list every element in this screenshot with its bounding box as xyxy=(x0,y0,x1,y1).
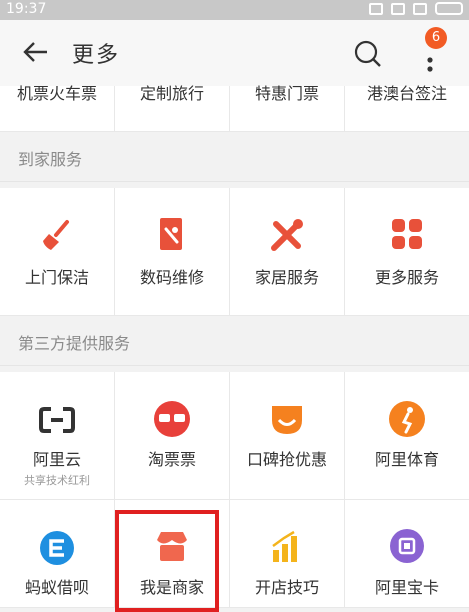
chart-icon xyxy=(272,530,297,562)
third-party-row-1: 阿里云 共享技术红利 淘票票 口碑抢优惠 阿里体育 xyxy=(0,372,469,500)
service-taopiaopiao[interactable]: 淘票票 xyxy=(115,372,230,500)
service-label: 更多服务 xyxy=(374,268,439,287)
service-label: 港澳台签注 xyxy=(366,84,447,103)
section-title: 到家服务 xyxy=(18,150,83,169)
status-icons xyxy=(369,2,463,15)
service-more[interactable]: 更多服务 xyxy=(345,188,469,316)
back-arrow-icon[interactable] xyxy=(22,38,50,66)
third-party-row-2: 蚂蚁借呗 我是商家 开店技巧 阿里宝卡 xyxy=(0,500,469,608)
service-sublabel: 共享技术红利 xyxy=(24,474,90,487)
service-label: 数码维修 xyxy=(139,268,204,287)
top-service-row: 机票火车票 定制旅行 特惠门票 港澳台签注 xyxy=(0,84,469,132)
grid-icon xyxy=(392,219,422,249)
ali-sports-icon xyxy=(389,401,425,437)
service-label: 特惠门票 xyxy=(254,84,319,103)
tools-icon xyxy=(271,219,303,251)
status-time: 19:37 xyxy=(6,1,47,17)
taopiaopiao-icon xyxy=(154,401,190,437)
service-tickets[interactable]: 特惠门票 xyxy=(230,84,345,132)
phone-repair-icon xyxy=(160,218,182,250)
koubei-icon xyxy=(272,406,302,434)
service-ali-sports[interactable]: 阿里体育 xyxy=(345,372,469,500)
signal-icon xyxy=(413,2,427,15)
section-header-home-service: 到家服务 xyxy=(0,132,469,182)
page-title: 更多 xyxy=(72,43,121,68)
merchant-highlight-box xyxy=(115,510,219,612)
service-visa[interactable]: 港澳台签注 xyxy=(345,84,469,132)
service-label: 蚂蚁借呗 xyxy=(24,578,89,597)
section-header-third-party: 第三方提供服务 xyxy=(0,316,469,366)
service-label: 阿里体育 xyxy=(374,450,439,469)
service-baoka[interactable]: 阿里宝卡 xyxy=(345,500,469,608)
status-bar: 19:37 xyxy=(0,0,469,20)
broom-icon xyxy=(43,220,69,250)
wifi-icon xyxy=(391,2,405,15)
service-koubei[interactable]: 口碑抢优惠 xyxy=(230,372,345,500)
jiebei-icon xyxy=(40,531,74,565)
service-home[interactable]: 家居服务 xyxy=(230,188,345,316)
service-label: 口碑抢优惠 xyxy=(246,450,327,469)
home-service-row: 上门保洁 数码维修 家居服务 更多服务 xyxy=(0,188,469,316)
alarm-icon xyxy=(369,2,383,15)
service-label: 淘票票 xyxy=(147,450,196,469)
service-flight-train[interactable]: 机票火车票 xyxy=(0,84,115,132)
service-aliyun[interactable]: 阿里云 共享技术红利 xyxy=(0,372,115,500)
baoka-icon xyxy=(390,529,424,563)
service-cleaning[interactable]: 上门保洁 xyxy=(0,188,115,316)
service-label: 阿里宝卡 xyxy=(374,578,439,597)
battery-icon xyxy=(435,2,463,15)
header: 更多 6 xyxy=(0,20,469,86)
service-jiebei[interactable]: 蚂蚁借呗 xyxy=(0,500,115,608)
aliyun-icon xyxy=(39,407,75,433)
service-label: 家居服务 xyxy=(254,268,319,287)
section-title: 第三方提供服务 xyxy=(18,334,131,353)
service-label: 开店技巧 xyxy=(254,578,319,597)
service-digital-repair[interactable]: 数码维修 xyxy=(115,188,230,316)
search-icon[interactable] xyxy=(354,40,382,68)
service-store-tips[interactable]: 开店技巧 xyxy=(230,500,345,608)
notification-badge: 6 xyxy=(425,27,447,49)
service-label: 阿里云 xyxy=(32,450,81,469)
service-label: 定制旅行 xyxy=(139,84,204,103)
service-label: 机票火车票 xyxy=(16,84,97,103)
service-custom-travel[interactable]: 定制旅行 xyxy=(115,84,230,132)
service-label: 上门保洁 xyxy=(24,268,89,287)
